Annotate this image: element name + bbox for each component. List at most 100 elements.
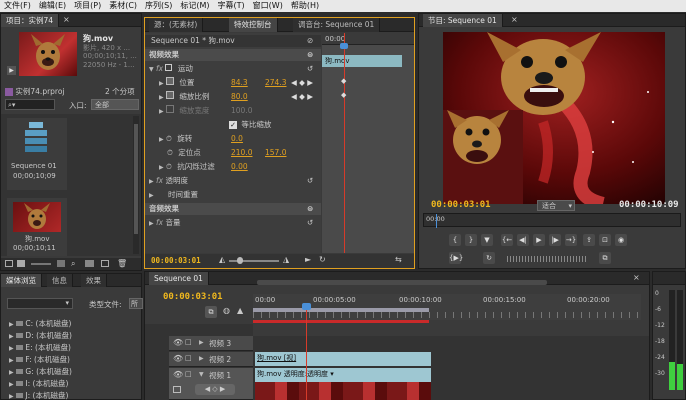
loop-icon[interactable]: ↻ xyxy=(319,255,326,264)
anchor-y[interactable]: 157.0 xyxy=(265,147,286,159)
position-x[interactable]: 84.3 xyxy=(231,77,248,89)
zoom-strip[interactable] xyxy=(257,280,547,285)
zoom-in-icon[interactable]: ◮ xyxy=(283,255,289,264)
reset-icon[interactable]: ↺ xyxy=(307,63,313,75)
reset-icon[interactable]: ↺ xyxy=(307,217,313,229)
filetype-dropdown[interactable]: 所 xyxy=(129,298,143,309)
toggle-animation-icon[interactable]: ⇆ xyxy=(395,255,402,264)
lift-icon[interactable]: ⇪ xyxy=(583,234,595,246)
expand-triangle-icon[interactable]: ▶ xyxy=(159,164,164,171)
track-header-v2[interactable]: 👁 □ ▶ 视频 2 xyxy=(169,352,253,367)
mark-in-icon[interactable]: { xyxy=(449,234,461,246)
find-icon[interactable]: ⌕ xyxy=(71,259,75,269)
trash-icon[interactable]: 🗑 xyxy=(117,259,127,268)
scale-value[interactable]: 80.0 xyxy=(231,91,248,103)
play-audio-icon[interactable]: ► xyxy=(305,255,311,264)
play-icon[interactable]: ▶ xyxy=(533,234,545,246)
expand-triangle-icon[interactable]: ▼ xyxy=(149,66,154,73)
keyframe-nav-icon[interactable]: ◀ ◇ ▶ xyxy=(195,384,235,395)
expand-triangle-icon[interactable]: ▶ xyxy=(159,80,164,87)
time-remap-row[interactable]: ▶ 时间重置 xyxy=(145,189,321,201)
uniform-scale-checkbox[interactable]: ✓ xyxy=(229,121,237,129)
expand-triangle-icon[interactable]: ▶ xyxy=(159,94,164,101)
antiflicker-value[interactable]: 0.00 xyxy=(231,161,248,173)
go-to-out-icon[interactable]: →} xyxy=(565,234,577,246)
inlet-dropdown[interactable]: 全部 xyxy=(91,99,139,110)
anchor-x[interactable]: 210.0 xyxy=(231,147,252,159)
drive-i[interactable]: ▶ I: (本机磁盘) xyxy=(9,378,68,389)
zoom-out-icon[interactable]: ◭ xyxy=(219,255,225,264)
tab-info[interactable]: 信息 xyxy=(47,274,73,287)
tab-source[interactable]: 源：(无素材) xyxy=(149,18,204,32)
search-input[interactable]: ⌕▾ xyxy=(5,99,55,110)
tab-effect-controls[interactable]: 特效控制台 xyxy=(229,18,278,32)
tab-program[interactable]: 节目: Sequence 01 xyxy=(423,14,503,27)
tab-sequence[interactable]: Sequence 01 xyxy=(149,272,209,285)
track-header-v1[interactable]: 👁 □ ▼ 视频 1 ◀ ◇ ▶ xyxy=(169,368,253,400)
keyframe-diamond[interactable]: ◆ xyxy=(341,77,346,85)
go-to-clip-icon[interactable]: ⊘ xyxy=(307,35,313,47)
drive-c[interactable]: ▶ C: (本机磁盘) xyxy=(9,318,71,329)
program-ruler[interactable]: 00:00 xyxy=(423,213,681,228)
expand-triangle-icon[interactable]: ▶ xyxy=(149,192,154,199)
menu-marker[interactable]: 标记(M) xyxy=(176,1,213,10)
play-in-out-icon[interactable]: {▶} xyxy=(449,252,463,264)
tab-audio-mixer[interactable]: 调音台: Sequence 01 xyxy=(293,18,381,32)
menu-edit[interactable]: 编辑(E) xyxy=(35,1,70,10)
tab-media-browser[interactable]: 媒体浏览 xyxy=(1,274,42,287)
menu-sequence[interactable]: 序列(S) xyxy=(141,1,176,10)
reset-icon[interactable]: ↺ xyxy=(307,175,313,187)
marker-icon[interactable]: ◍ xyxy=(223,306,230,315)
timeline-current-time[interactable]: 00:00:03:01 xyxy=(163,292,223,302)
tab-project[interactable]: 项目：实例74 xyxy=(1,14,60,27)
close-icon[interactable]: × xyxy=(63,15,70,24)
drive-e[interactable]: ▶ E: (本机磁盘) xyxy=(9,342,71,353)
motion-row[interactable]: ▼ fx 运动 ↺ xyxy=(145,63,321,75)
section-toggle-icon[interactable]: ⊜ xyxy=(307,49,313,61)
menu-project[interactable]: 项目(P) xyxy=(70,1,105,10)
program-current-time[interactable]: 00:00:03:01 xyxy=(431,200,491,210)
zoom-slider[interactable] xyxy=(31,263,51,265)
drive-g[interactable]: ▶ G: (本机磁盘) xyxy=(9,366,72,377)
display-style-icon[interactable] xyxy=(173,386,181,393)
expand-triangle-icon[interactable]: ▶ xyxy=(199,339,204,346)
export-frame-icon[interactable]: ◉ xyxy=(615,234,627,246)
keyframe-nav-icon[interactable]: ◀ ◆ ▶ xyxy=(291,77,313,89)
loop-icon[interactable]: ↻ xyxy=(483,252,495,264)
tab-effects[interactable]: 效果 xyxy=(81,274,107,287)
stopwatch-icon[interactable]: ⏱ xyxy=(167,148,173,157)
drive-f[interactable]: ▶ F: (本机磁盘) xyxy=(9,354,70,365)
expand-triangle-icon[interactable]: ▼ xyxy=(199,371,204,378)
track-header-v3[interactable]: 👁 □ ▶ 视频 3 xyxy=(169,336,253,351)
trim-icon[interactable]: ⧉ xyxy=(599,252,611,264)
opacity-row[interactable]: ▶ fx 透明度 ↺ xyxy=(145,175,321,187)
lock-icon[interactable]: □ xyxy=(185,354,192,362)
timeline-ruler[interactable]: 00:00 00:00:05:00 00:00:10:00 00:00:15:0… xyxy=(253,294,641,320)
icon-view-icon[interactable] xyxy=(17,260,25,267)
clip-item[interactable]: 狗.mov 00;00;10;11 xyxy=(7,198,67,256)
rotation-value[interactable]: 0.0 xyxy=(231,133,243,145)
extract-icon[interactable]: ⊡ xyxy=(599,234,611,246)
program-video[interactable] xyxy=(443,32,665,204)
fit-dropdown[interactable]: 适合 ▾ xyxy=(537,200,575,211)
section-toggle-icon[interactable]: ⊜ xyxy=(307,203,313,215)
set-marker-icon[interactable]: ▲ xyxy=(237,306,243,315)
volume-row[interactable]: ▶ fx 音量 ↺ xyxy=(145,217,321,229)
list-view-icon[interactable] xyxy=(5,260,13,267)
ec-time[interactable]: 00:00:03:01 xyxy=(151,256,201,265)
new-bin-icon[interactable] xyxy=(85,260,94,267)
step-back-icon[interactable]: ◀| xyxy=(517,234,529,246)
menu-title[interactable]: 字幕(T) xyxy=(214,1,249,10)
jog-shuttle[interactable] xyxy=(507,256,587,262)
position-y[interactable]: 274.3 xyxy=(265,77,286,89)
step-forward-icon[interactable]: |▶ xyxy=(549,234,561,246)
close-icon[interactable]: × xyxy=(633,273,640,282)
ec-playhead-handle[interactable] xyxy=(340,43,348,49)
menu-clip[interactable]: 素材(C) xyxy=(105,1,141,10)
timeline-playhead[interactable] xyxy=(306,310,307,400)
zoom-slider-thumb[interactable] xyxy=(237,257,243,264)
stopwatch-icon[interactable]: ⏱ xyxy=(166,162,172,171)
ec-clip-bar[interactable]: 狗.mov xyxy=(322,55,402,67)
keyframe-diamond[interactable]: ◆ xyxy=(341,91,346,99)
menu-file[interactable]: 文件(F) xyxy=(0,1,35,10)
